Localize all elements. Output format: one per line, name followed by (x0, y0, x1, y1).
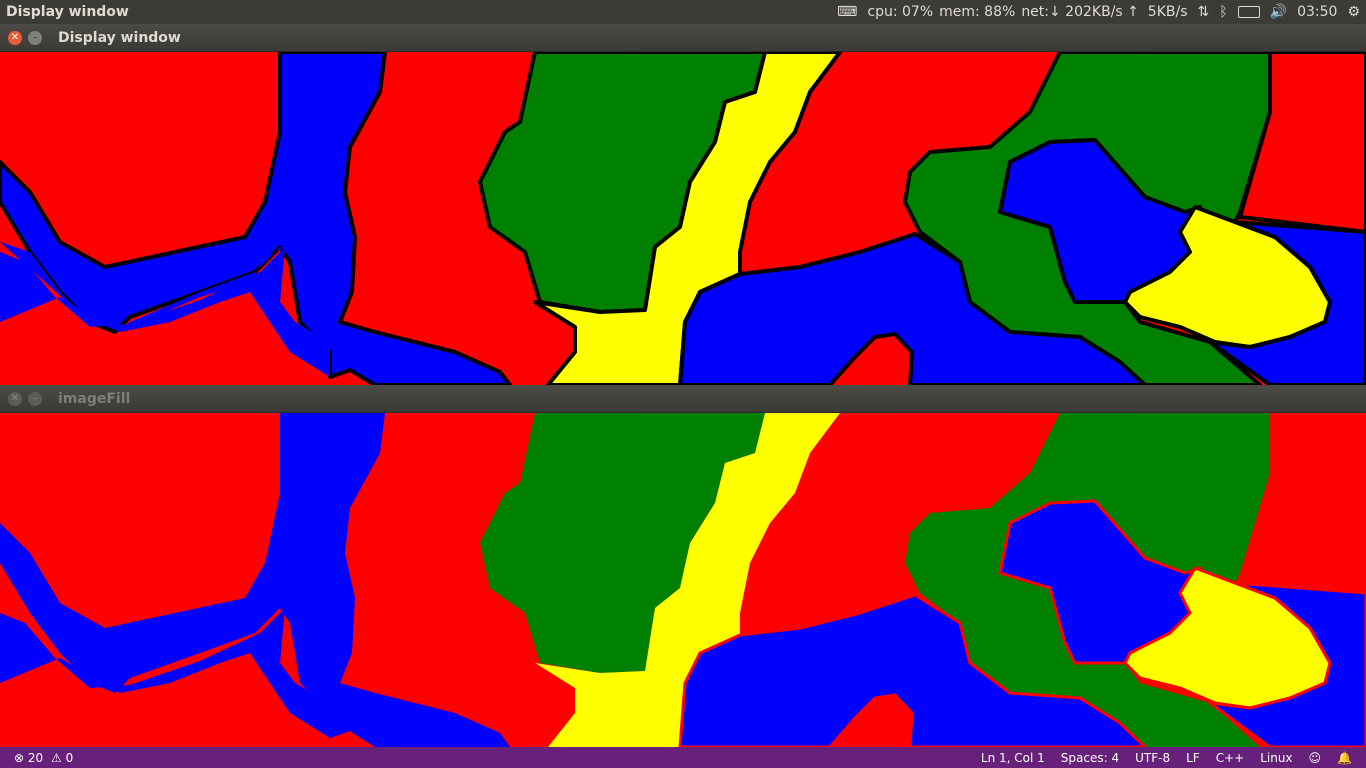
cpu-indicator[interactable]: cpu: 07% (867, 4, 933, 20)
close-icon[interactable]: ✕ (8, 391, 22, 406)
imagefill-window-canvas[interactable] (0, 413, 1366, 747)
region-map-outlined (0, 52, 1366, 385)
indentation[interactable]: Spaces: 4 (1061, 751, 1119, 765)
imagefill-window-titlebar[interactable]: ✕ – imageFill (0, 385, 1366, 413)
keyboard-icon[interactable]: ⌨ (837, 0, 857, 24)
gear-icon[interactable]: ⚙ (1347, 0, 1360, 24)
encoding[interactable]: UTF-8 (1135, 751, 1170, 765)
close-icon[interactable]: ✕ (8, 30, 22, 45)
status-bar: ⊗ 20 ⚠ 0 Ln 1, Col 1 Spaces: 4 UTF-8 LF … (0, 747, 1366, 768)
feedback-icon[interactable]: ☺ (1309, 751, 1322, 765)
window-title: Display window (58, 29, 181, 46)
warning-count: 0 (65, 750, 74, 765)
indicator-area: ⌨ cpu: 07% mem: 88% net:↓ 202KB/s ↑ 5KB/… (827, 0, 1360, 24)
status-right: Ln 1, Col 1 Spaces: 4 UTF-8 LF C++ Linux… (965, 751, 1352, 765)
cursor-position[interactable]: Ln 1, Col 1 (981, 751, 1045, 765)
clock[interactable]: 03:50 (1297, 4, 1337, 20)
display-window-titlebar[interactable]: ✕ – Display window (0, 24, 1366, 52)
volume-icon[interactable]: 🔊 (1270, 0, 1287, 24)
battery-icon[interactable] (1237, 6, 1260, 18)
network-arrows-icon[interactable]: ⇅ (1198, 0, 1210, 24)
top-panel: Display window ⌨ cpu: 07% mem: 88% net:↓… (0, 0, 1366, 24)
net-indicator[interactable]: net:↓ 202KB/s ↑ 5KB/s (1021, 4, 1187, 20)
window-title: imageFill (58, 390, 131, 407)
line-ending[interactable]: LF (1186, 751, 1200, 765)
bell-icon[interactable]: 🔔 (1337, 751, 1352, 765)
mem-indicator[interactable]: mem: 88% (939, 4, 1015, 20)
error-count: 20 (27, 750, 44, 765)
bluetooth-icon[interactable]: ᛒ (1219, 0, 1227, 24)
errors-indicator[interactable]: ⊗ 20 ⚠ 0 (14, 751, 73, 765)
active-app-name: Display window (6, 4, 129, 20)
display-window-canvas[interactable] (0, 52, 1366, 385)
warning-icon: ⚠ (51, 750, 62, 765)
error-icon: ⊗ (14, 750, 25, 765)
minimize-icon[interactable]: – (28, 391, 42, 406)
minimize-icon[interactable]: – (28, 30, 42, 45)
region-map-filled (0, 413, 1366, 747)
language-mode[interactable]: C++ (1216, 751, 1245, 765)
platform[interactable]: Linux (1260, 751, 1292, 765)
